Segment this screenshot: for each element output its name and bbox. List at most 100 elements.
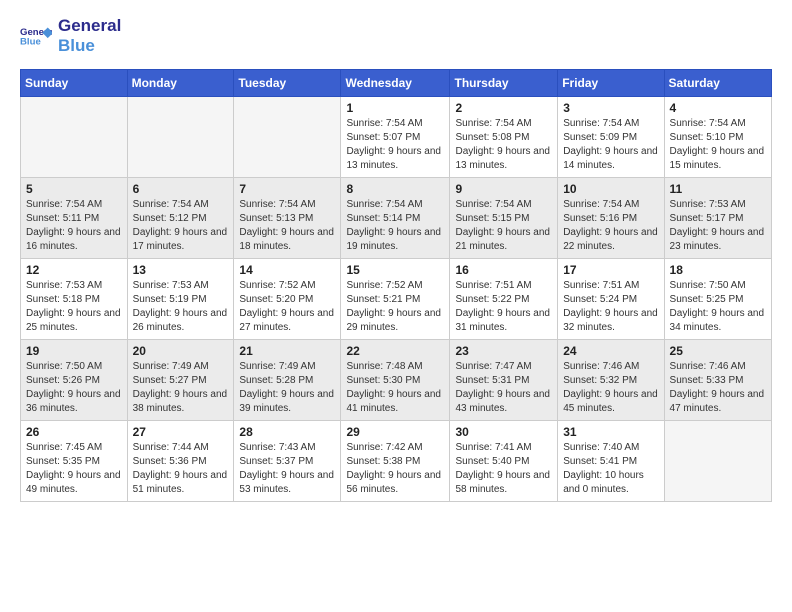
calendar-day: 17 Sunrise: 7:51 AM Sunset: 5:24 PM Dayli… [558,258,664,339]
calendar-header-monday: Monday [127,69,234,96]
calendar-day: 15 Sunrise: 7:52 AM Sunset: 5:21 PM Dayli… [341,258,450,339]
day-number: 14 [239,263,335,277]
calendar-day: 29Sunrise: 7:42 AM Sunset: 5:38 PM Dayli… [341,420,450,501]
calendar-day: 18 Sunrise: 7:50 AM Sunset: 5:25 PM Dayli… [664,258,771,339]
day-number: 8 [346,182,444,196]
svg-text:Blue: Blue [20,37,41,48]
day-number: 4 [670,101,766,115]
day-number: 26 [26,425,122,439]
day-number: 1 [346,101,444,115]
calendar-week-5: 26 Sunrise: 7:45 AM Sunset: 5:35 PM Dayli… [21,420,772,501]
day-number: 16 [455,263,552,277]
calendar-day: 2Sunrise: 7:54 AM Sunset: 5:08 PM Daylig… [450,96,558,177]
day-info: Sunrise: 7:54 AM Sunset: 5:13 PM Dayligh… [239,198,335,254]
day-info: Sunrise: 7:51 AM Sunset: 5:22 PM Dayligh… [455,279,552,335]
calendar-day: 1 Sunrise: 7:54 AM Sunset: 5:07 PM Daylig… [341,96,450,177]
calendar-day: 26 Sunrise: 7:45 AM Sunset: 5:35 PM Dayli… [21,420,128,501]
day-number: 22 [346,344,444,358]
day-number: 5 [26,182,122,196]
day-info: Sunrise: 7:54 AM Sunset: 5:07 PM Dayligh… [346,117,444,173]
calendar-day: 11 Sunrise: 7:53 AM Sunset: 5:17 PM Dayli… [664,177,771,258]
day-number: 11 [670,182,766,196]
day-number: 19 [26,344,122,358]
day-number: 27 [133,425,229,439]
calendar-header-sunday: Sunday [21,69,128,96]
calendar-header-tuesday: Tuesday [234,69,341,96]
day-info: Sunrise: 7:47 AM Sunset: 5:31 PM Dayligh… [455,360,552,416]
day-number: 18 [670,263,766,277]
calendar-header-saturday: Saturday [664,69,771,96]
calendar: SundayMondayTuesdayWednesdayThursdayFrid… [20,69,772,502]
day-number: 10 [563,182,658,196]
calendar-week-2: 5Sunrise: 7:54 AM Sunset: 5:11 PM Daylig… [21,177,772,258]
day-number: 15 [346,263,444,277]
calendar-day: 30Sunrise: 7:41 AM Sunset: 5:40 PM Dayli… [450,420,558,501]
day-info: Sunrise: 7:44 AM Sunset: 5:36 PM Dayligh… [133,441,229,497]
day-number: 3 [563,101,658,115]
page-container: General Blue General Blue SundayMondayTu… [0,0,792,512]
calendar-day: 27 Sunrise: 7:44 AM Sunset: 5:36 PM Dayli… [127,420,234,501]
day-info: Sunrise: 7:53 AM Sunset: 5:17 PM Dayligh… [670,198,766,254]
logo-line2: Blue [58,36,121,56]
calendar-day: 5Sunrise: 7:54 AM Sunset: 5:11 PM Daylig… [21,177,128,258]
day-info: Sunrise: 7:54 AM Sunset: 5:14 PM Dayligh… [346,198,444,254]
calendar-day [127,96,234,177]
day-info: Sunrise: 7:51 AM Sunset: 5:24 PM Dayligh… [563,279,658,335]
calendar-day: 4 Sunrise: 7:54 AM Sunset: 5:10 PM Daylig… [664,96,771,177]
calendar-day: 13Sunrise: 7:53 AM Sunset: 5:19 PM Dayli… [127,258,234,339]
day-number: 12 [26,263,122,277]
header: General Blue General Blue [20,16,772,57]
day-number: 21 [239,344,335,358]
day-info: Sunrise: 7:53 AM Sunset: 5:18 PM Dayligh… [26,279,122,335]
day-info: Sunrise: 7:46 AM Sunset: 5:32 PM Dayligh… [563,360,658,416]
calendar-day: 10 Sunrise: 7:54 AM Sunset: 5:16 PM Dayli… [558,177,664,258]
day-number: 7 [239,182,335,196]
logo-line1: General [58,16,121,36]
day-info: Sunrise: 7:53 AM Sunset: 5:19 PM Dayligh… [133,279,229,335]
calendar-day: 20Sunrise: 7:49 AM Sunset: 5:27 PM Dayli… [127,339,234,420]
day-number: 17 [563,263,658,277]
day-number: 23 [455,344,552,358]
calendar-week-4: 19 Sunrise: 7:50 AM Sunset: 5:26 PM Dayli… [21,339,772,420]
calendar-week-3: 12 Sunrise: 7:53 AM Sunset: 5:18 PM Dayli… [21,258,772,339]
calendar-week-1: 1 Sunrise: 7:54 AM Sunset: 5:07 PM Daylig… [21,96,772,177]
calendar-day: 31Sunrise: 7:40 AM Sunset: 5:41 PM Dayli… [558,420,664,501]
calendar-header-thursday: Thursday [450,69,558,96]
calendar-day [234,96,341,177]
day-info: Sunrise: 7:52 AM Sunset: 5:20 PM Dayligh… [239,279,335,335]
day-number: 25 [670,344,766,358]
calendar-day: 25 Sunrise: 7:46 AM Sunset: 5:33 PM Dayli… [664,339,771,420]
logo-svg: General Blue [20,18,52,54]
calendar-day: 21 Sunrise: 7:49 AM Sunset: 5:28 PM Dayli… [234,339,341,420]
day-info: Sunrise: 7:50 AM Sunset: 5:25 PM Dayligh… [670,279,766,335]
day-info: Sunrise: 7:54 AM Sunset: 5:12 PM Dayligh… [133,198,229,254]
day-number: 9 [455,182,552,196]
day-number: 20 [133,344,229,358]
day-info: Sunrise: 7:45 AM Sunset: 5:35 PM Dayligh… [26,441,122,497]
calendar-day: 7 Sunrise: 7:54 AM Sunset: 5:13 PM Daylig… [234,177,341,258]
day-info: Sunrise: 7:49 AM Sunset: 5:28 PM Dayligh… [239,360,335,416]
calendar-header-friday: Friday [558,69,664,96]
day-number: 28 [239,425,335,439]
calendar-header-row: SundayMondayTuesdayWednesdayThursdayFrid… [21,69,772,96]
day-number: 29 [346,425,444,439]
day-info: Sunrise: 7:48 AM Sunset: 5:30 PM Dayligh… [346,360,444,416]
day-info: Sunrise: 7:50 AM Sunset: 5:26 PM Dayligh… [26,360,122,416]
calendar-day: 28 Sunrise: 7:43 AM Sunset: 5:37 PM Dayli… [234,420,341,501]
calendar-day [21,96,128,177]
calendar-day: 6Sunrise: 7:54 AM Sunset: 5:12 PM Daylig… [127,177,234,258]
day-number: 31 [563,425,658,439]
calendar-day: 19 Sunrise: 7:50 AM Sunset: 5:26 PM Dayli… [21,339,128,420]
day-info: Sunrise: 7:54 AM Sunset: 5:09 PM Dayligh… [563,117,658,173]
day-info: Sunrise: 7:54 AM Sunset: 5:16 PM Dayligh… [563,198,658,254]
day-number: 30 [455,425,552,439]
calendar-day: 23 Sunrise: 7:47 AM Sunset: 5:31 PM Dayli… [450,339,558,420]
calendar-day: 24Sunrise: 7:46 AM Sunset: 5:32 PM Dayli… [558,339,664,420]
day-info: Sunrise: 7:43 AM Sunset: 5:37 PM Dayligh… [239,441,335,497]
day-number: 2 [455,101,552,115]
calendar-day: 3 Sunrise: 7:54 AM Sunset: 5:09 PM Daylig… [558,96,664,177]
day-info: Sunrise: 7:52 AM Sunset: 5:21 PM Dayligh… [346,279,444,335]
day-info: Sunrise: 7:46 AM Sunset: 5:33 PM Dayligh… [670,360,766,416]
day-info: Sunrise: 7:54 AM Sunset: 5:10 PM Dayligh… [670,117,766,173]
calendar-day [664,420,771,501]
